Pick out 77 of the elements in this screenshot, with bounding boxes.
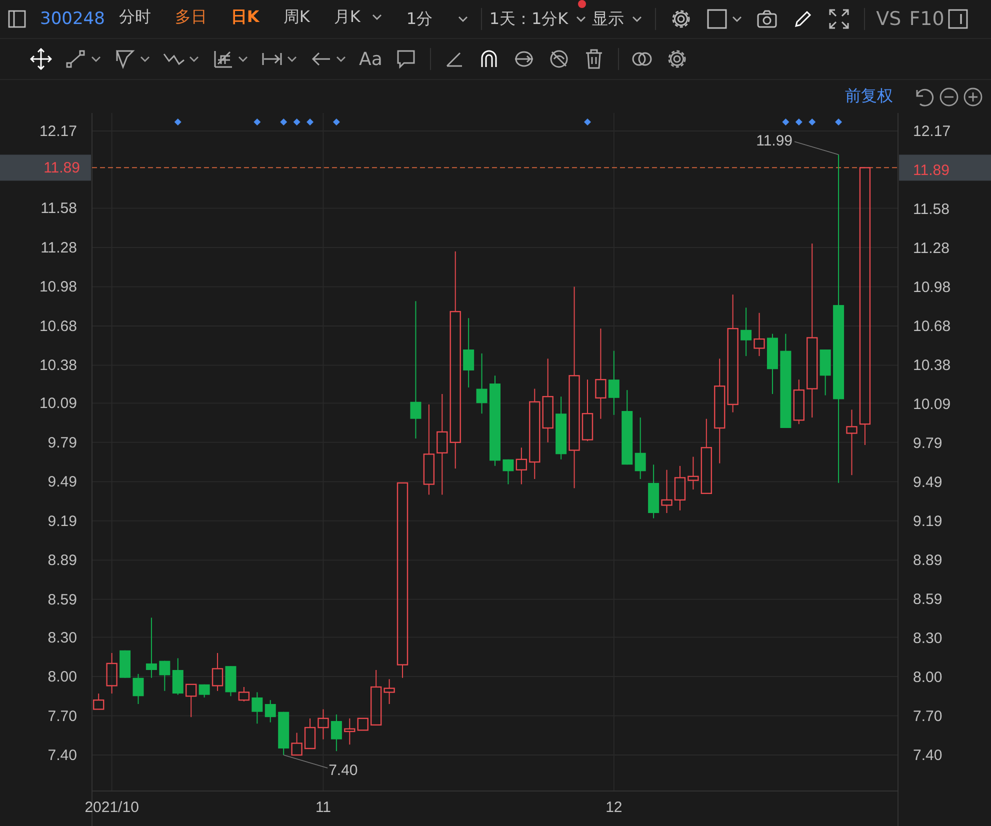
panel-icon[interactable] — [948, 9, 968, 29]
settings-icon[interactable] — [670, 8, 692, 30]
axis-label: 8.30 — [48, 629, 77, 646]
zoom-in-icon[interactable] — [963, 86, 983, 106]
candlestick — [330, 714, 342, 752]
axis-label: 8.59 — [913, 591, 942, 608]
range-dropdown[interactable]: 1天：1分K — [489, 8, 586, 30]
zoom-out-icon[interactable] — [939, 86, 959, 106]
polygon-icon[interactable] — [114, 48, 136, 70]
camera-icon[interactable] — [756, 8, 778, 30]
axis-label: 7.70 — [913, 708, 942, 726]
date-label: 11 — [315, 799, 332, 816]
axis-label: 10.68 — [913, 318, 951, 336]
settings-icon[interactable] — [666, 48, 688, 70]
leader-line — [283, 754, 328, 768]
f10-button[interactable]: F10 — [909, 8, 944, 30]
candlestick — [252, 692, 263, 724]
move-arrows-icon[interactable] — [30, 48, 52, 70]
axis-label: 10.38 — [913, 357, 951, 374]
axis-label: 10.68 — [39, 318, 77, 335]
candlestick — [304, 718, 316, 750]
display-dropdown[interactable]: 显示 — [592, 8, 642, 30]
vs-button[interactable]: VS — [876, 8, 902, 30]
axis-label: 8.30 — [913, 630, 942, 648]
current-price-label: 11.89 — [44, 160, 80, 177]
max-price-label: 11.99 — [756, 132, 793, 150]
axis-label: 10.98 — [39, 278, 77, 296]
axis-label: 9.19 — [913, 513, 942, 530]
price-adjust-link[interactable]: 前复权 — [845, 86, 893, 107]
axis-label: 11.58 — [913, 201, 950, 218]
axis-label: 10.09 — [39, 395, 77, 412]
interval-dropdown[interactable]: 1分 — [406, 8, 468, 30]
date-label: 12 — [606, 799, 622, 816]
axis-label: 8.00 — [913, 669, 942, 686]
period-tab[interactable]: 分时 — [118, 6, 151, 32]
period-tab[interactable]: 日K — [230, 6, 260, 32]
axis-label: 10.98 — [913, 279, 951, 296]
axis-label: 10.09 — [913, 396, 951, 414]
candlestick — [172, 658, 184, 696]
leader-line — [794, 141, 839, 155]
period-tab[interactable]: 月K — [334, 6, 382, 32]
axis-label: 8.59 — [48, 591, 77, 608]
axis-label: 9.79 — [913, 435, 942, 452]
axis-label: 11.89 — [913, 162, 950, 180]
candlestick — [278, 711, 290, 756]
axis-label: 8.89 — [48, 552, 77, 570]
eye-slash-icon[interactable] — [548, 48, 570, 70]
square-icon[interactable] — [706, 8, 728, 30]
axis-label: 9.49 — [913, 474, 942, 492]
axis-label: 8.00 — [48, 668, 77, 686]
axis-label: 8.89 — [913, 552, 942, 570]
hatched-square-icon[interactable] — [212, 48, 234, 70]
axis-label: 11.58 — [40, 200, 77, 218]
fullscreen-icon[interactable] — [828, 8, 850, 30]
period-tab[interactable]: 多日 — [174, 6, 207, 32]
axis-label: 12.17 — [913, 123, 951, 140]
axis-label: 9.49 — [48, 474, 77, 491]
line-segment-icon[interactable] — [65, 48, 87, 70]
candlestick — [291, 732, 302, 756]
panel-icon[interactable] — [8, 9, 26, 29]
axis-label: 9.79 — [48, 434, 77, 452]
axis-label: 7.40 — [48, 747, 77, 764]
axis-label: 12.17 — [39, 123, 77, 140]
text-tool-button[interactable]: Aa — [359, 48, 382, 70]
candlestick — [793, 379, 804, 425]
speech-bubble-icon[interactable] — [395, 48, 418, 70]
axis-label: 9.19 — [48, 512, 77, 530]
candlestick — [582, 379, 594, 442]
axis-label: 10.38 — [39, 357, 77, 374]
min-price-label: 7.40 — [328, 762, 358, 780]
date-label: 2021/10 — [84, 799, 139, 816]
axis-label: 7.40 — [913, 747, 942, 764]
period-tab[interactable]: 周K — [283, 6, 310, 32]
axis-label: 7.70 — [48, 708, 77, 725]
axis-label: 11.28 — [913, 240, 950, 258]
stock-code[interactable]: 300248 — [40, 9, 105, 29]
axis-label: 11.28 — [40, 239, 77, 256]
